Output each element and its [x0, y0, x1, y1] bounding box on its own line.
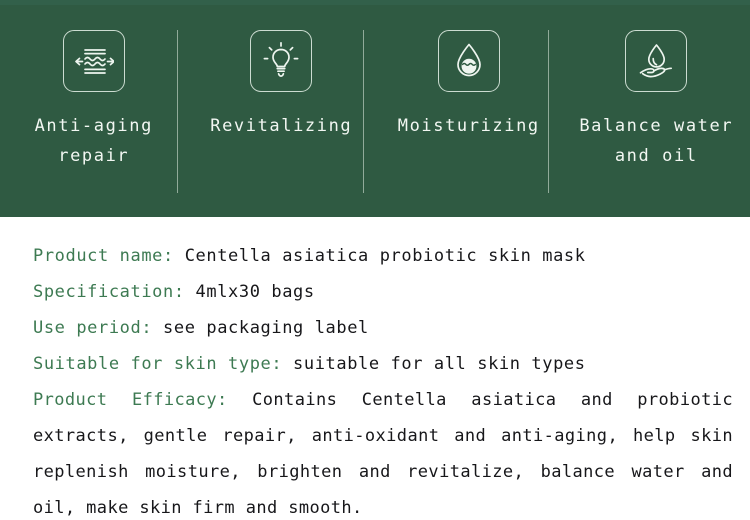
spec-label-product-name: Product name:	[33, 246, 174, 266]
spec-row-specification: Specification: 4mlx30 bags	[33, 274, 750, 310]
icon-box-anti-aging	[62, 30, 125, 92]
spec-value-specification: 4mlx30 bags	[184, 282, 315, 302]
skin-elasticity-waves-icon	[74, 43, 114, 79]
feature-label-revitalizing: Revitalizing	[210, 116, 353, 136]
feature-label-anti-aging: Anti-aging repair	[34, 116, 153, 166]
feature-item-anti-aging[interactable]: Anti-aging repair	[0, 0, 188, 217]
feature-item-revitalizing[interactable]: Revitalizing	[188, 0, 376, 217]
feature-item-moisturizing[interactable]: Moisturizing	[375, 0, 563, 217]
feature-label-balance-water-oil: Balance water and oil	[579, 116, 734, 166]
feature-item-balance-water-oil[interactable]: Balance water and oil	[563, 0, 750, 217]
icon-box-revitalizing	[250, 30, 313, 92]
spec-label-specification: Specification:	[33, 282, 185, 302]
product-detail-page: Anti-aging repair Revitalizing Moisturiz…	[0, 0, 750, 520]
spec-label-skin-type: Suitable for skin type:	[33, 354, 283, 374]
feature-label-moisturizing: Moisturizing	[397, 116, 540, 136]
icon-box-balance-water-oil	[625, 30, 688, 92]
spec-value-product-name: Centella asiatica probiotic skin mask	[173, 246, 586, 266]
feature-divider-2	[363, 30, 364, 193]
feature-divider-1	[177, 30, 178, 193]
spec-row-product-name: Product name: Centella asiatica probioti…	[33, 238, 750, 274]
spec-row-skin-type: Suitable for skin type: suitable for all…	[33, 346, 750, 382]
spec-label-use-period: Use period:	[33, 318, 153, 338]
feature-divider-3	[548, 30, 549, 193]
spec-label-product-efficacy: Product Efficacy:	[33, 390, 228, 410]
spec-value-skin-type: suitable for all skin types	[282, 354, 586, 374]
spec-value-use-period: see packaging label	[152, 318, 369, 338]
product-details-section: Product name: Centella asiatica probioti…	[0, 217, 750, 520]
spec-row-use-period: Use period: see packaging label	[33, 310, 750, 346]
icon-box-moisturizing	[437, 30, 500, 92]
drop-on-hand-icon	[636, 41, 676, 81]
lightbulb-icon	[261, 41, 301, 81]
feature-banner: Anti-aging repair Revitalizing Moisturiz…	[0, 0, 750, 217]
water-drop-icon	[452, 41, 486, 81]
feature-list: Anti-aging repair Revitalizing Moisturiz…	[0, 0, 750, 217]
product-efficacy-paragraph: Product Efficacy: Contains Centella asia…	[33, 382, 733, 520]
